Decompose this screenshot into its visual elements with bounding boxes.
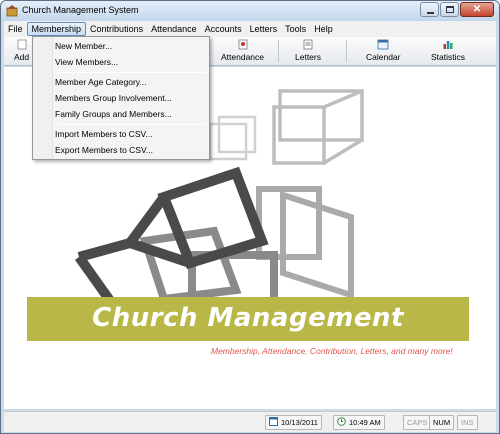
menu-file[interactable]: File bbox=[4, 22, 27, 36]
membership-dropdown: New Member... View Members... Member Age… bbox=[32, 36, 210, 160]
menu-contributions[interactable]: Contributions bbox=[86, 22, 147, 36]
minimize-button[interactable] bbox=[420, 2, 439, 17]
attendance-label: Attendance bbox=[221, 52, 265, 62]
attendance-icon bbox=[238, 39, 247, 50]
banner: Church Management bbox=[27, 297, 469, 341]
menu-membership[interactable]: Membership bbox=[26, 22, 87, 36]
status-time: 10:49 AM bbox=[333, 415, 385, 430]
menu-member-age-category[interactable]: Member Age Category... bbox=[55, 76, 147, 89]
menu-attendance[interactable]: Attendance bbox=[147, 22, 201, 36]
menu-help[interactable]: Help bbox=[310, 22, 337, 36]
calendar-icon bbox=[377, 39, 389, 50]
status-bar: 10/13/2011 10:49 AM CAPS NUM INS bbox=[4, 411, 496, 432]
status-date: 10/13/2011 bbox=[265, 415, 322, 430]
banner-tagline: Membership, Attendance, Contribution, Le… bbox=[211, 346, 453, 356]
letters-icon bbox=[303, 39, 313, 50]
menu-import-members-csv[interactable]: Import Members to CSV... bbox=[55, 128, 152, 141]
toolbar-separator bbox=[346, 40, 347, 62]
status-num: NUM bbox=[429, 415, 455, 430]
status-caps: CAPS bbox=[403, 415, 432, 430]
letters-button[interactable]: Letters bbox=[295, 39, 321, 62]
add-icon bbox=[17, 39, 26, 50]
menu-accounts[interactable]: Accounts bbox=[201, 22, 246, 36]
statistics-label: Statistics bbox=[431, 52, 466, 62]
menu-icon-gutter bbox=[33, 37, 53, 159]
app-window: Church Management System ✕ File Membersh… bbox=[0, 0, 500, 434]
banner-title: Church Management bbox=[92, 303, 404, 333]
app-icon bbox=[6, 5, 18, 17]
menu-view-members[interactable]: View Members... bbox=[55, 56, 118, 69]
calendar-small-icon bbox=[269, 417, 278, 426]
menu-export-members-csv[interactable]: Export Members to CSV... bbox=[55, 144, 153, 157]
calendar-button[interactable]: Calendar bbox=[366, 39, 401, 62]
add-button[interactable]: Add bbox=[14, 39, 29, 62]
menu-bar: File Membership Contributions Attendance… bbox=[4, 21, 496, 37]
menu-new-member[interactable]: New Member... bbox=[55, 40, 112, 53]
close-button[interactable]: ✕ bbox=[460, 2, 494, 17]
clock-icon bbox=[337, 417, 346, 426]
maximize-button[interactable] bbox=[440, 2, 459, 17]
status-date-text: 10/13/2011 bbox=[281, 418, 318, 427]
letters-label: Letters bbox=[295, 52, 321, 62]
menu-tools[interactable]: Tools bbox=[281, 22, 310, 36]
close-icon: ✕ bbox=[472, 4, 482, 15]
minimize-icon bbox=[427, 12, 434, 14]
menu-separator bbox=[57, 72, 206, 73]
maximize-icon bbox=[446, 6, 454, 13]
menu-members-group-involvement[interactable]: Members Group Involvement... bbox=[55, 92, 172, 105]
window-controls: ✕ bbox=[419, 2, 494, 17]
status-time-text: 10:49 AM bbox=[349, 418, 381, 427]
menu-separator bbox=[57, 124, 206, 125]
statistics-icon bbox=[443, 41, 453, 49]
calendar-label: Calendar bbox=[366, 52, 401, 62]
menu-family-groups[interactable]: Family Groups and Members... bbox=[55, 108, 172, 121]
add-label: Add bbox=[14, 52, 30, 62]
statistics-button[interactable]: Statistics bbox=[431, 39, 465, 62]
title-bar[interactable]: Church Management System ✕ bbox=[1, 1, 499, 21]
toolbar-separator bbox=[278, 40, 279, 62]
attendance-button[interactable]: Attendance bbox=[221, 39, 264, 62]
status-ins: INS bbox=[457, 415, 478, 430]
window-title: Church Management System bbox=[22, 5, 139, 15]
menu-letters[interactable]: Letters bbox=[246, 22, 282, 36]
